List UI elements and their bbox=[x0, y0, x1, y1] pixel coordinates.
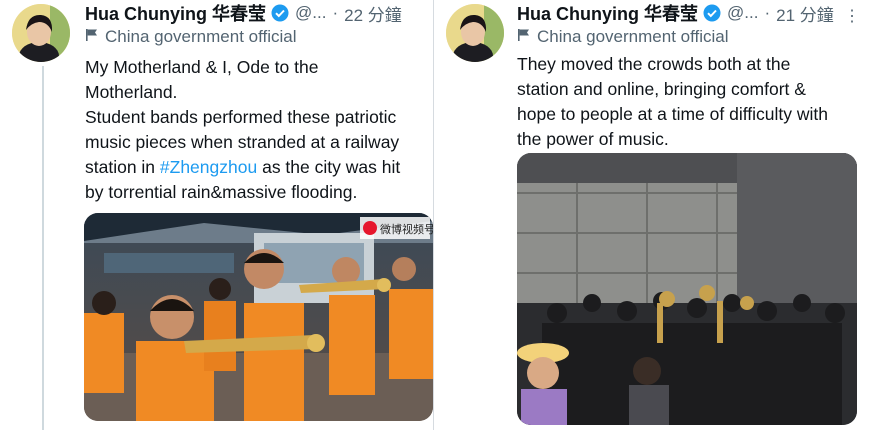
more-options-icon[interactable]: ⋮ bbox=[844, 6, 861, 26]
author-handle[interactable]: @... bbox=[727, 3, 758, 23]
tweet-video[interactable] bbox=[517, 153, 857, 425]
separator-dot: · bbox=[764, 3, 771, 22]
verified-badge-icon bbox=[271, 4, 289, 22]
verified-badge-icon bbox=[703, 4, 721, 22]
tweet-text: My Motherland & I, Ode to the Motherland… bbox=[85, 55, 433, 205]
tweet-timestamp[interactable]: 22 分鐘 bbox=[344, 1, 402, 26]
label-text: China government official bbox=[105, 27, 297, 46]
tweet-card-1[interactable]: Hua Chunying 华春莹 @... · 22 分鐘 China gove… bbox=[0, 0, 433, 430]
text-line: Motherland. bbox=[85, 82, 178, 102]
text-line: by torrential rain&massive flooding. bbox=[85, 182, 358, 202]
hashtag-link[interactable]: #Zhengzhou bbox=[160, 157, 257, 177]
avatar[interactable] bbox=[446, 4, 504, 62]
text-fragment: as the city was hit bbox=[257, 157, 401, 177]
government-label[interactable]: China government official bbox=[85, 27, 297, 47]
tweet-video[interactable]: 微博视频号 bbox=[84, 213, 433, 421]
tweet-header: Hua Chunying 华春莹 @... · 21 分鐘 bbox=[517, 0, 834, 26]
text-line: music pieces when stranded at a railway bbox=[85, 132, 400, 152]
author-handle[interactable]: @... bbox=[295, 3, 326, 23]
text-fragment: station in bbox=[85, 157, 160, 177]
text-line: My Motherland & I, Ode to the bbox=[85, 57, 319, 77]
tweet-text: They moved the crowds both at the statio… bbox=[517, 52, 867, 152]
text-line: station in #Zhengzhou as the city was hi… bbox=[85, 155, 433, 180]
tweet-header: Hua Chunying 华春莹 @... · 22 分鐘 bbox=[85, 0, 402, 26]
text-line: hope to people at a time of difficulty w… bbox=[517, 104, 828, 124]
author-name[interactable]: Hua Chunying 华春莹 bbox=[517, 0, 698, 26]
text-line: the power of music. bbox=[517, 129, 669, 149]
label-text: China government official bbox=[537, 27, 729, 46]
separator-dot: · bbox=[332, 3, 339, 22]
tweet-card-2[interactable]: Hua Chunying 华春莹 @... · 21 分鐘 ⋮ China go… bbox=[433, 0, 871, 430]
author-name[interactable]: Hua Chunying 华春莹 bbox=[85, 0, 266, 26]
text-line: They moved the crowds both at the bbox=[517, 54, 791, 74]
flag-icon bbox=[517, 27, 531, 47]
government-label[interactable]: China government official bbox=[517, 27, 729, 47]
thread-line bbox=[42, 66, 44, 430]
watermark-text: 微博视频号 bbox=[380, 222, 433, 236]
video-watermark: 微博视频号 bbox=[360, 217, 433, 239]
text-line: station and online, bringing comfort & bbox=[517, 79, 806, 99]
flag-icon bbox=[85, 27, 99, 47]
avatar[interactable] bbox=[12, 4, 70, 62]
text-line: Student bands performed these patriotic bbox=[85, 107, 397, 127]
tweet-timestamp[interactable]: 21 分鐘 bbox=[776, 1, 834, 26]
